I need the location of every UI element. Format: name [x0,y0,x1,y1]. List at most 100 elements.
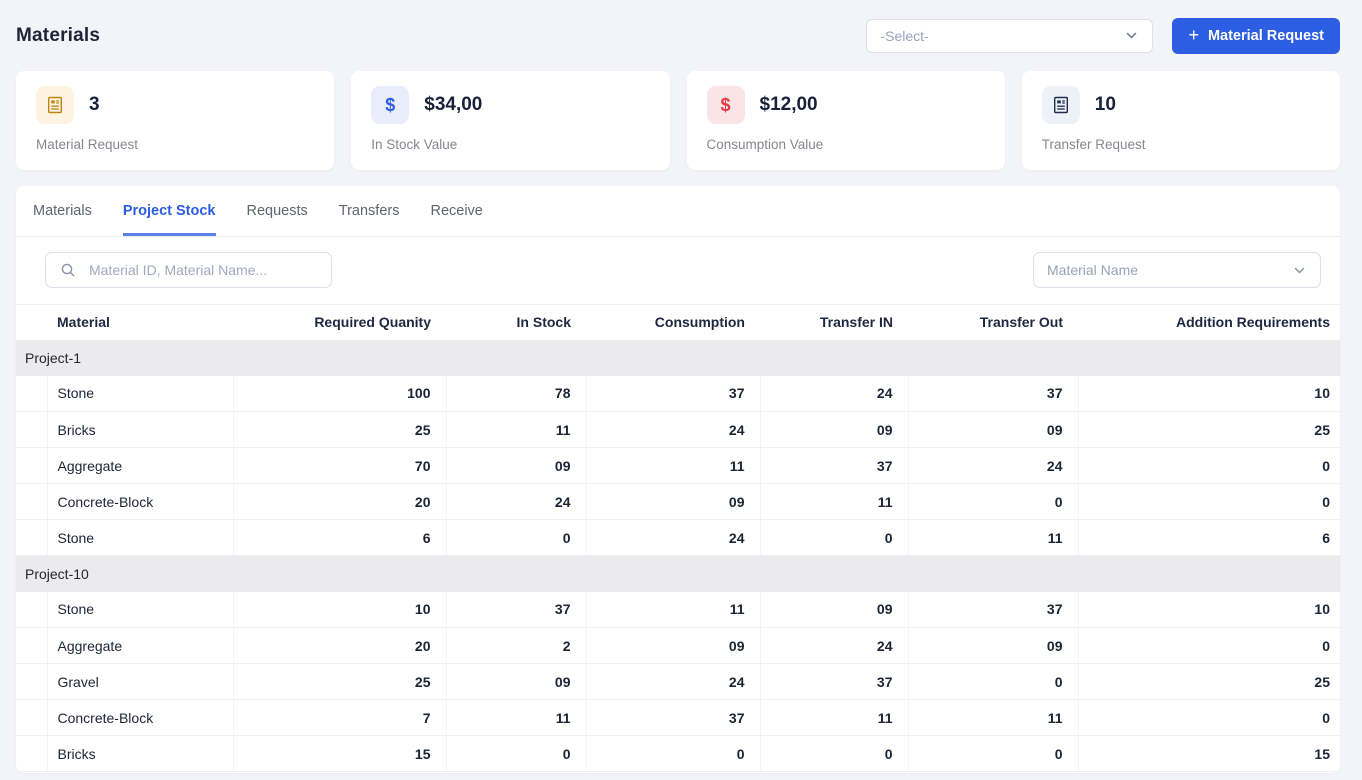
value-cell: 15 [1078,736,1340,772]
value-cell: 37 [908,592,1078,628]
value-cell: 0 [1078,448,1340,484]
chevron-down-icon [1124,28,1139,43]
value-cell: 24 [586,520,760,556]
document-icon [1042,86,1080,124]
value-cell: 24 [760,628,908,664]
material-row[interactable]: Stone103711093710 [16,592,1340,628]
materials-page: Materials -Select- + Material Request [0,0,1362,773]
tab-receive[interactable]: Receive [430,186,482,236]
row-indent-cell [16,700,47,736]
value-cell: 2 [446,628,586,664]
value-cell: 11 [446,412,586,448]
material-name-cell: Stone [47,520,233,556]
value-cell: 11 [586,448,760,484]
value-cell: 24 [586,412,760,448]
value-cell: 24 [446,484,586,520]
stat-card-in-stock-value: $ $34,00 In Stock Value [351,71,669,170]
value-cell: 24 [908,448,1078,484]
value-cell: 7 [233,700,446,736]
value-cell: 20 [233,628,446,664]
stat-label: In Stock Value [371,137,649,152]
value-cell: 11 [760,700,908,736]
material-name-cell: Bricks [47,412,233,448]
stat-card-transfer-request: 10 Transfer Request [1022,71,1340,170]
value-cell: 10 [1078,376,1340,412]
row-indent-cell [16,484,47,520]
material-request-button[interactable]: + Material Request [1172,18,1340,54]
value-cell: 0 [908,664,1078,700]
project-group-row: Project-1 [16,340,1340,376]
row-indent-cell [16,448,47,484]
material-request-button-label: Material Request [1208,28,1324,44]
material-row[interactable]: Aggregate70091137240 [16,448,1340,484]
stats-row: 3 Material Request $ $34,00 In Stock Val… [16,71,1340,170]
material-row[interactable]: Stone60240116 [16,520,1340,556]
material-row[interactable]: Gravel25092437025 [16,664,1340,700]
table-header-row: MaterialRequired QuanityIn StockConsumpt… [16,305,1340,340]
search-input[interactable] [89,262,319,278]
material-name-select[interactable]: Material Name [1033,252,1321,288]
value-cell: 0 [1078,484,1340,520]
row-indent-cell [16,664,47,700]
material-name-cell: Stone [47,592,233,628]
value-cell: 0 [760,736,908,772]
value-cell: 09 [586,484,760,520]
dollar-icon: $ [707,86,745,124]
project-select-value: -Select- [880,28,928,44]
search-icon [60,262,76,278]
material-row[interactable]: Stone1007837243710 [16,376,1340,412]
project-group-row: Project-10 [16,556,1340,592]
plus-icon: + [1188,26,1199,44]
filter-row: Material Name [45,252,1321,288]
tabs-bar: Materials Project Stock Requests Transfers R… [16,186,1340,237]
value-cell: 25 [1078,664,1340,700]
project-select[interactable]: -Select- [866,19,1153,53]
value-cell: 37 [760,448,908,484]
value-cell: 09 [446,664,586,700]
document-icon [36,86,74,124]
value-cell: 25 [1078,412,1340,448]
stat-value: 10 [1095,94,1116,116]
value-cell: 09 [760,592,908,628]
value-cell: 0 [908,736,1078,772]
column-header: Consumption [586,305,760,340]
material-row[interactable]: Concrete-Block2024091100 [16,484,1340,520]
project-group-name: Project-10 [16,556,1340,592]
tab-requests[interactable]: Requests [247,186,308,236]
value-cell: 6 [1078,520,1340,556]
value-cell: 25 [233,664,446,700]
chevron-down-icon [1292,263,1307,278]
tab-project-stock[interactable]: Project Stock [123,186,216,236]
column-header: Transfer IN [760,305,908,340]
material-row[interactable]: Aggregate2020924090 [16,628,1340,664]
stat-card-consumption-value: $ $12,00 Consumption Value [687,71,1005,170]
header-controls: -Select- + Material Request [866,18,1340,54]
material-name-select-value: Material Name [1047,262,1138,278]
stat-label: Material Request [36,137,314,152]
table-header: MaterialRequired QuanityIn StockConsumpt… [16,305,1340,340]
row-indent-cell [16,376,47,412]
value-cell: 0 [1078,628,1340,664]
material-name-cell: Gravel [47,664,233,700]
value-cell: 09 [446,448,586,484]
dollar-icon: $ [371,86,409,124]
value-cell: 09 [760,412,908,448]
material-search[interactable] [45,252,332,288]
material-name-cell: Aggregate [47,448,233,484]
material-row[interactable]: Bricks15000015 [16,736,1340,772]
value-cell: 0 [908,484,1078,520]
value-cell: 0 [446,736,586,772]
material-row[interactable]: Bricks251124090925 [16,412,1340,448]
value-cell: 37 [760,664,908,700]
value-cell: 20 [233,484,446,520]
column-header: Required Quanity [233,305,446,340]
page-title: Materials [16,25,100,47]
tab-transfers[interactable]: Transfers [339,186,400,236]
stat-label: Transfer Request [1042,137,1320,152]
value-cell: 09 [908,628,1078,664]
page-header: Materials -Select- + Material Request [16,0,1340,71]
material-row[interactable]: Concrete-Block7113711110 [16,700,1340,736]
column-header: In Stock [446,305,586,340]
tab-materials[interactable]: Materials [33,186,92,236]
value-cell: 11 [908,520,1078,556]
